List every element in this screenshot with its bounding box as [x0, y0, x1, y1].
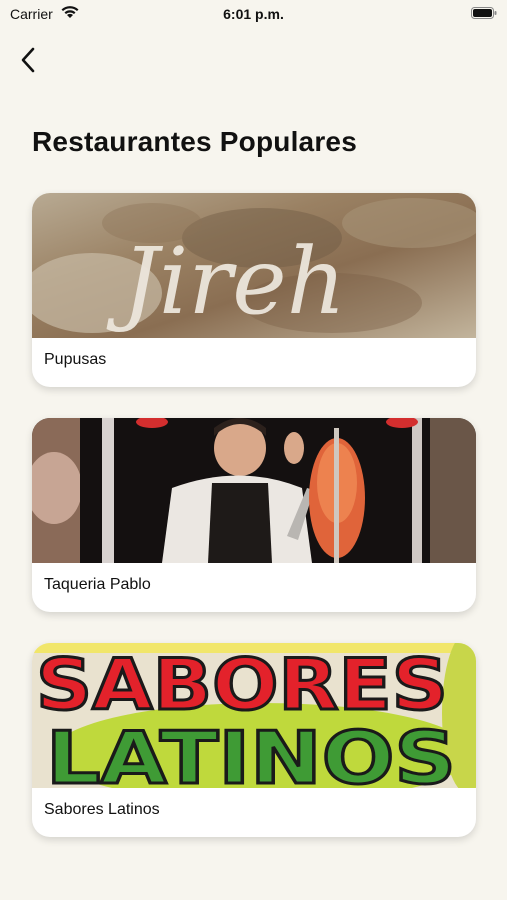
clock-time: 6:01 p.m. — [223, 6, 284, 22]
logo-script-text: Jireh — [106, 228, 346, 335]
restaurant-card-taqueria-pablo[interactable]: Taqueria Pablo — [32, 418, 476, 612]
back-button[interactable] — [12, 44, 44, 76]
status-bar: Carrier 6:01 p.m. — [0, 0, 507, 28]
page-title: Restaurantes Populares — [32, 126, 357, 157]
restaurant-name: Pupusas — [44, 351, 107, 368]
logo-text-sabores: SABORES — [36, 644, 448, 726]
restaurant-image: Jireh — [32, 193, 476, 338]
restaurant-card-pupusas[interactable]: Jireh Pupusas — [32, 193, 476, 387]
battery-icon — [471, 7, 497, 19]
restaurant-image — [32, 418, 476, 563]
logo-text-latinos: LATINOS — [46, 716, 456, 788]
restaurant-image: SABORES LATINOS — [32, 643, 476, 788]
restaurant-name: Taqueria Pablo — [44, 576, 151, 593]
restaurant-name: Sabores Latinos — [44, 801, 160, 818]
chevron-left-icon — [21, 47, 35, 73]
restaurant-card-sabores-latinos[interactable]: SABORES LATINOS Sabores Latinos — [32, 643, 476, 837]
